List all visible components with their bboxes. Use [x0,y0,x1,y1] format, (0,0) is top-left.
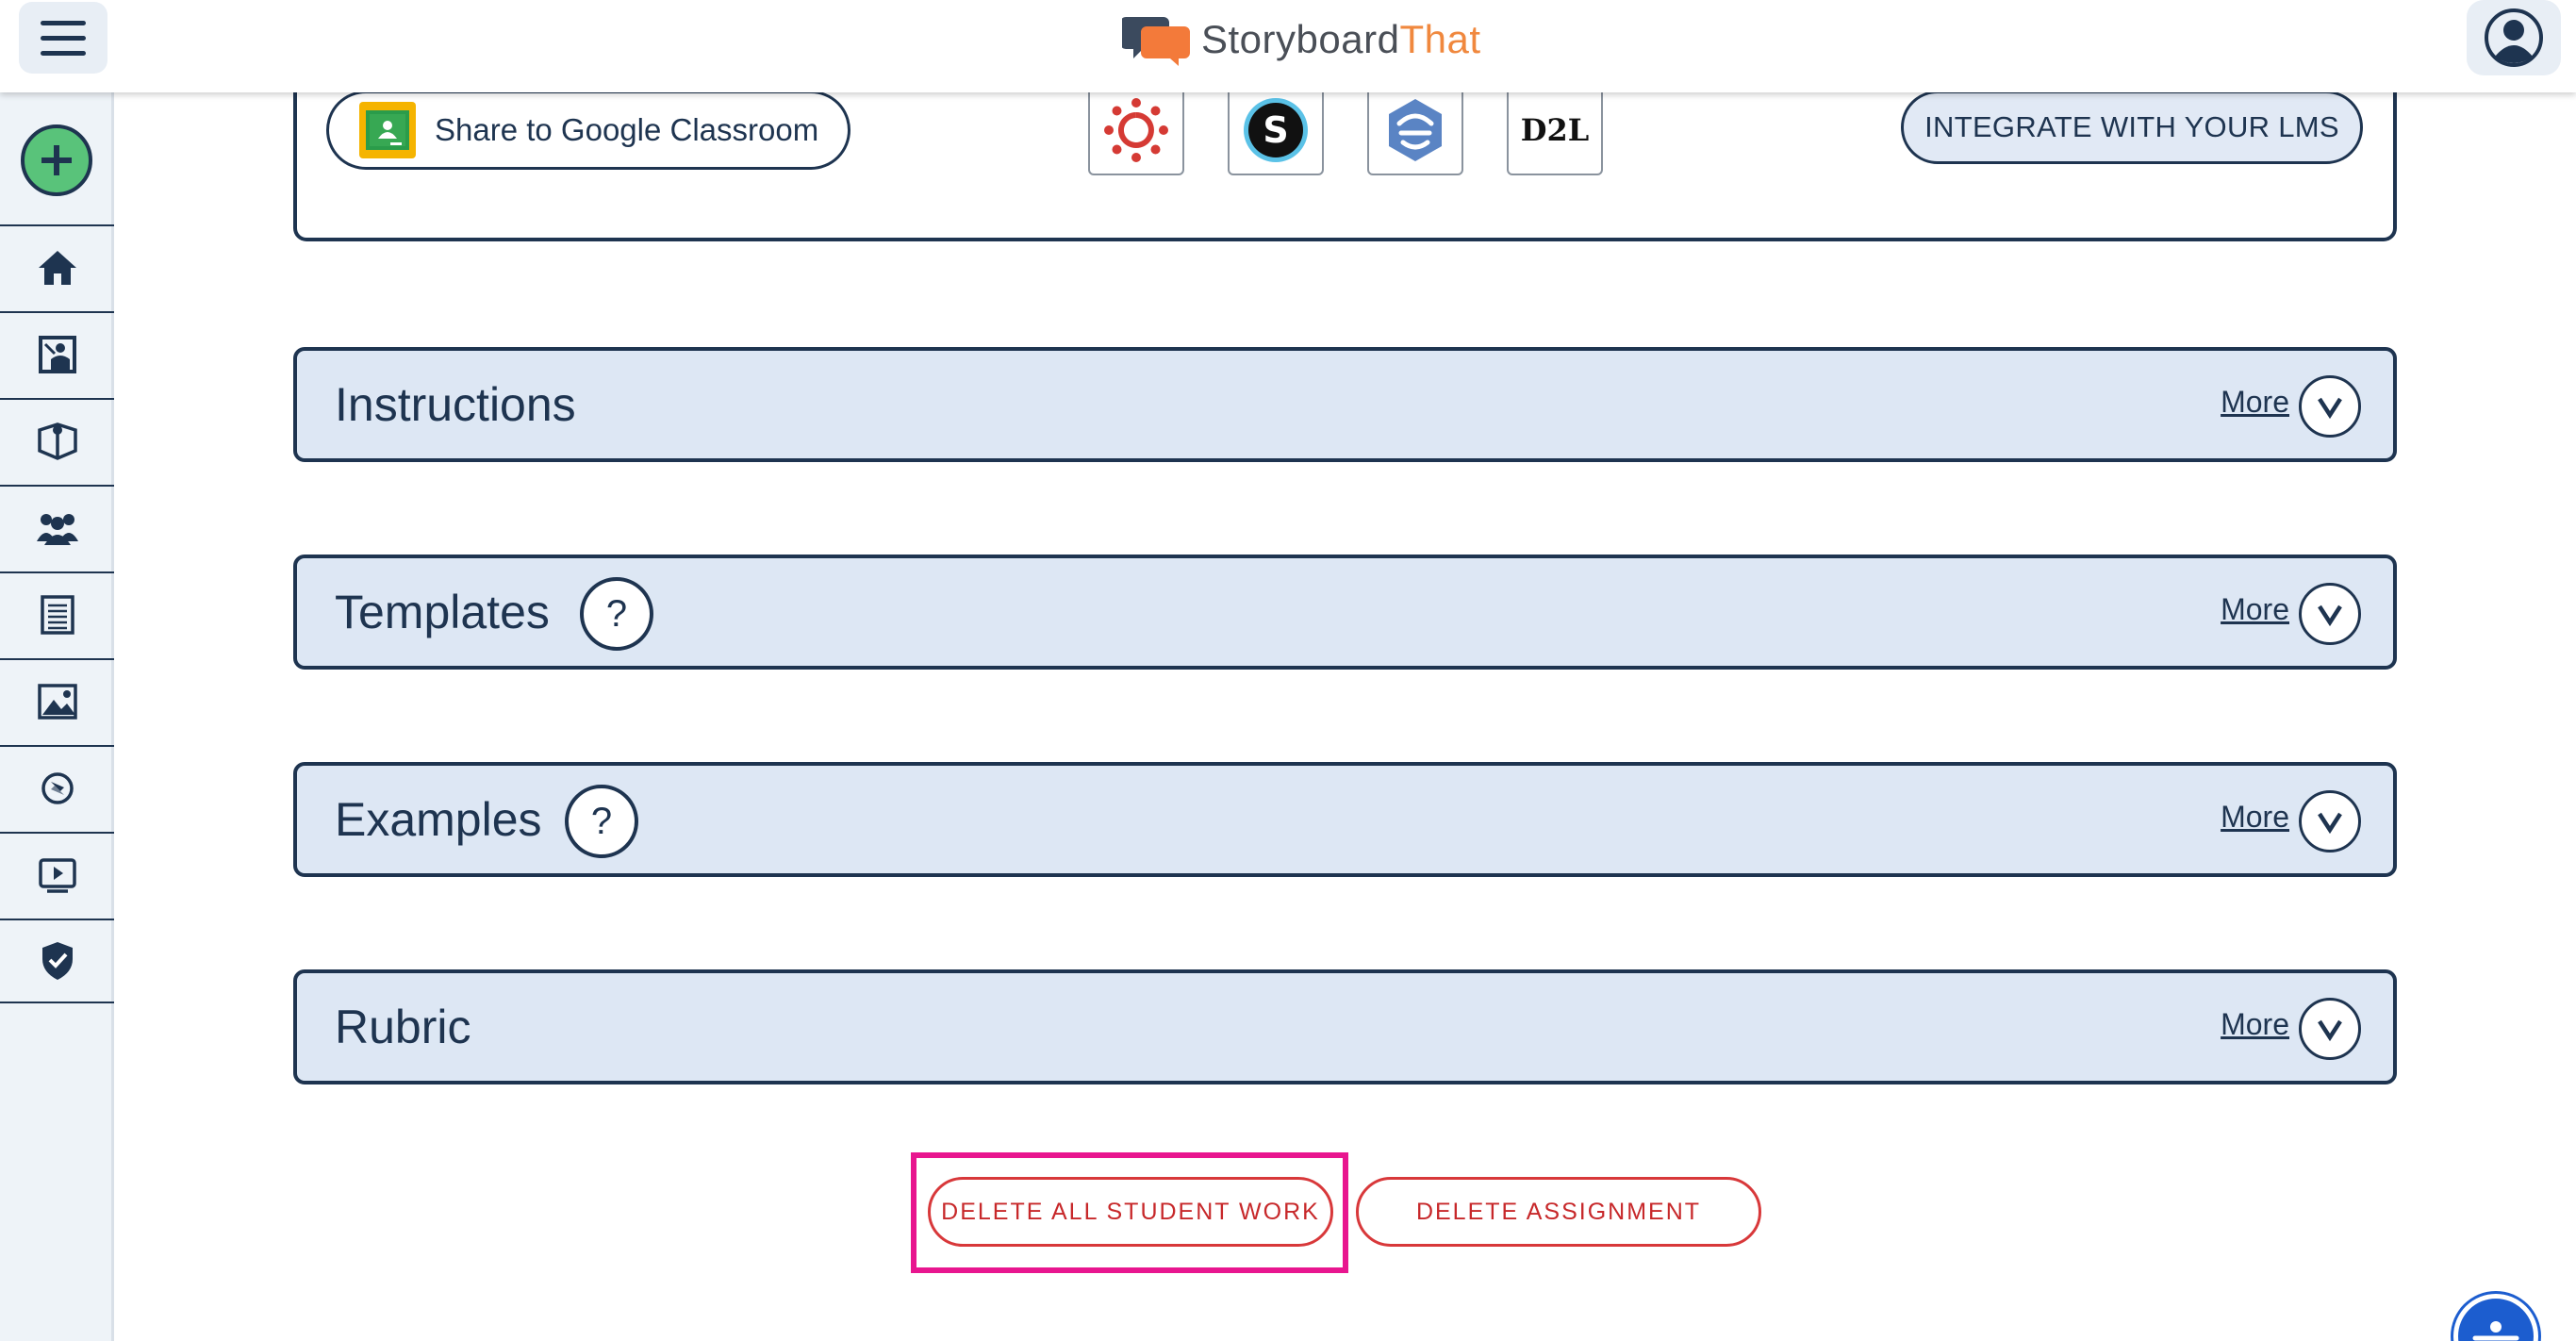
expand-button[interactable] [2299,375,2361,438]
sidebar-item-images[interactable] [0,658,114,743]
shield-check-icon [41,942,73,980]
user-account-button[interactable] [2467,0,2561,75]
delete-assignment-button[interactable]: DELETE ASSIGNMENT [1356,1177,1761,1247]
google-classroom-icon [359,102,416,158]
delete-all-student-work-button[interactable]: DELETE ALL STUDENT WORK [928,1177,1333,1247]
section-templates[interactable]: Templates ? More [293,555,2397,670]
sidebar-item-lesson-plans[interactable] [0,398,114,483]
sidebar-item-home[interactable] [0,224,114,309]
section-title: Examples [335,793,542,846]
chevron-down-icon [2318,397,2342,419]
canvas-icon [1104,98,1168,162]
accessibility-button[interactable] [2453,1294,2538,1341]
sidebar [0,92,114,1341]
sidebar-item-students[interactable] [0,485,114,570]
d2l-icon-label: D2L [1520,112,1590,148]
app-logo[interactable]: StoryboardThat [1122,11,1481,68]
share-google-classroom-label: Share to Google Classroom [435,112,819,147]
canvas-lms-button[interactable] [1088,85,1184,175]
menu-line [41,50,86,56]
chevron-down-icon [2318,812,2342,834]
section-instructions[interactable]: Instructions More [293,347,2397,462]
worksheet-icon [40,595,74,635]
add-new-button[interactable] [21,124,92,196]
teacher-icon [38,336,76,373]
sidebar-item-explore[interactable] [0,745,114,830]
home-icon [38,251,76,285]
expand-button[interactable] [2299,790,2361,853]
schoology-icon: S [1244,98,1308,162]
svg-text:S: S [1263,109,1288,151]
chevron-down-icon [2318,1019,2342,1041]
clever-icon [1389,99,1442,161]
section-examples[interactable]: Examples ? More [293,762,2397,877]
section-rubric[interactable]: Rubric More [293,969,2397,1084]
logo-text-part2: That [1399,17,1481,61]
menu-line [41,20,86,25]
more-link[interactable]: More [2221,385,2289,420]
video-icon [38,858,76,893]
logo-text-part1: Storyboard [1201,17,1400,61]
d2l-lms-button[interactable]: D2L [1507,85,1603,175]
speech-bubbles-logo-icon [1122,17,1190,66]
sidebar-item-videos[interactable] [0,832,114,917]
integrate-lms-button[interactable]: INTEGRATE WITH YOUR LMS [1901,91,2363,164]
lesson-plans-icon [37,422,77,460]
expand-button[interactable] [2299,998,2361,1060]
more-link[interactable]: More [2221,592,2289,627]
plus-icon [41,145,72,175]
sidebar-item-worksheets[interactable] [0,571,114,656]
chevron-down-icon [2318,604,2342,626]
more-link[interactable]: More [2221,800,2289,835]
sidebar-item-security[interactable] [0,919,114,1003]
menu-line [41,35,86,41]
compass-icon [41,772,74,804]
section-title: Templates [335,586,550,638]
user-avatar-icon [2485,8,2543,67]
section-title: Rubric [335,1001,471,1053]
clever-lms-button[interactable] [1367,85,1463,175]
schoology-lms-button[interactable]: S [1228,85,1324,175]
section-title: Instructions [335,378,576,431]
help-button[interactable]: ? [565,785,638,858]
hamburger-menu-button[interactable] [19,2,107,74]
students-icon [36,514,78,545]
sidebar-item-teacher[interactable] [0,311,114,396]
image-icon [37,684,77,720]
share-google-classroom-button[interactable]: Share to Google Classroom [326,91,850,170]
top-bar: StoryboardThat [0,0,2576,92]
accessibility-icon [2472,1321,2519,1341]
expand-button[interactable] [2299,583,2361,645]
more-link[interactable]: More [2221,1007,2289,1042]
help-button[interactable]: ? [580,577,653,651]
logo-text: StoryboardThat [1201,17,1481,62]
